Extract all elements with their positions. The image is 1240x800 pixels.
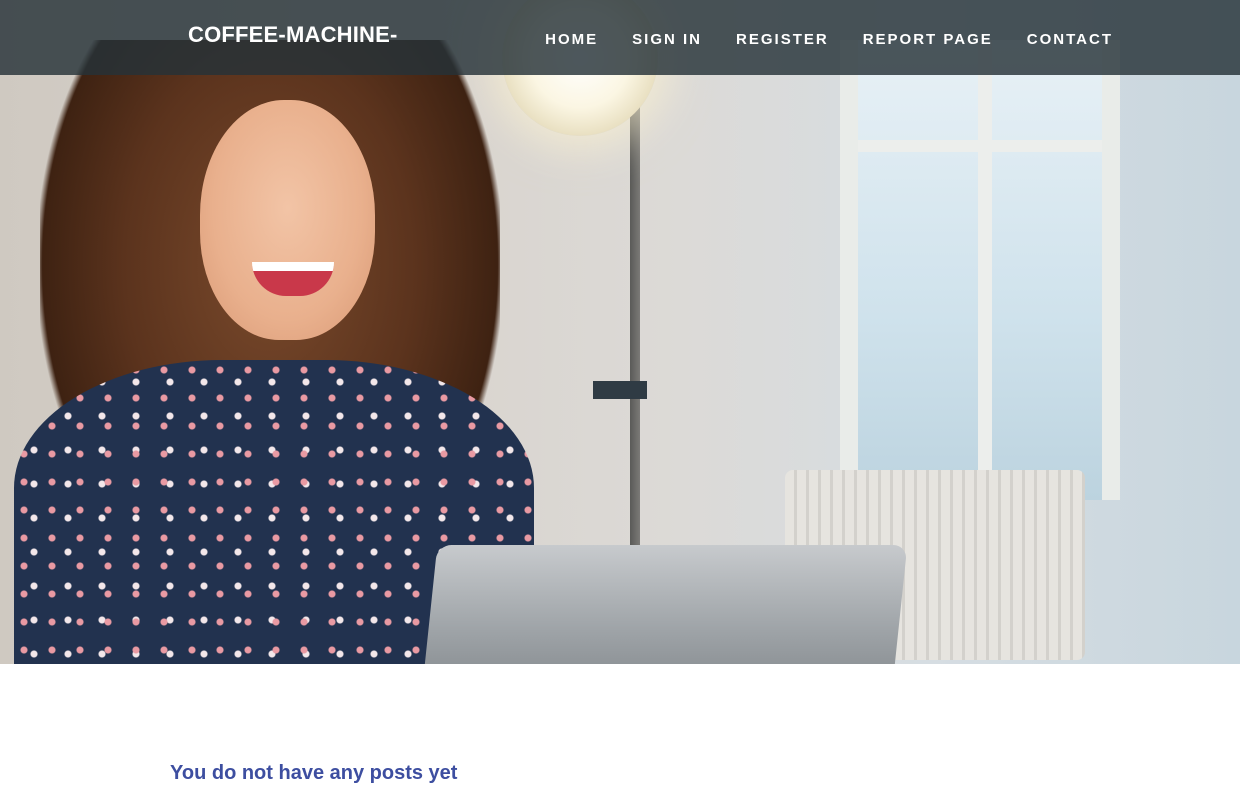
hero-photo-laptop [422, 545, 908, 664]
nav-home-link[interactable]: HOME [545, 31, 598, 48]
nav-sign-in-link[interactable]: SIGN IN [632, 31, 702, 48]
hero-photo-lamp-pole [630, 80, 640, 600]
nav-report-page-link[interactable]: REPORT PAGE [863, 31, 993, 48]
site-brand[interactable]: COFFEE-MACHINE- [188, 22, 398, 48]
nav-register-link[interactable]: REGISTER [736, 31, 829, 48]
main-nav: HOME SIGN IN REGISTER REPORT PAGE CONTAC… [545, 31, 1113, 48]
top-navbar: COFFEE-MACHINE- HOME SIGN IN REGISTER RE… [0, 0, 1240, 75]
hero-photo-face [200, 100, 375, 340]
hero-tag [593, 381, 647, 399]
nav-contact-link[interactable]: CONTACT [1027, 31, 1113, 48]
no-posts-message: You do not have any posts yet [170, 762, 458, 784]
hero-photo-window [840, 40, 1120, 500]
hero-banner [0, 0, 1240, 664]
